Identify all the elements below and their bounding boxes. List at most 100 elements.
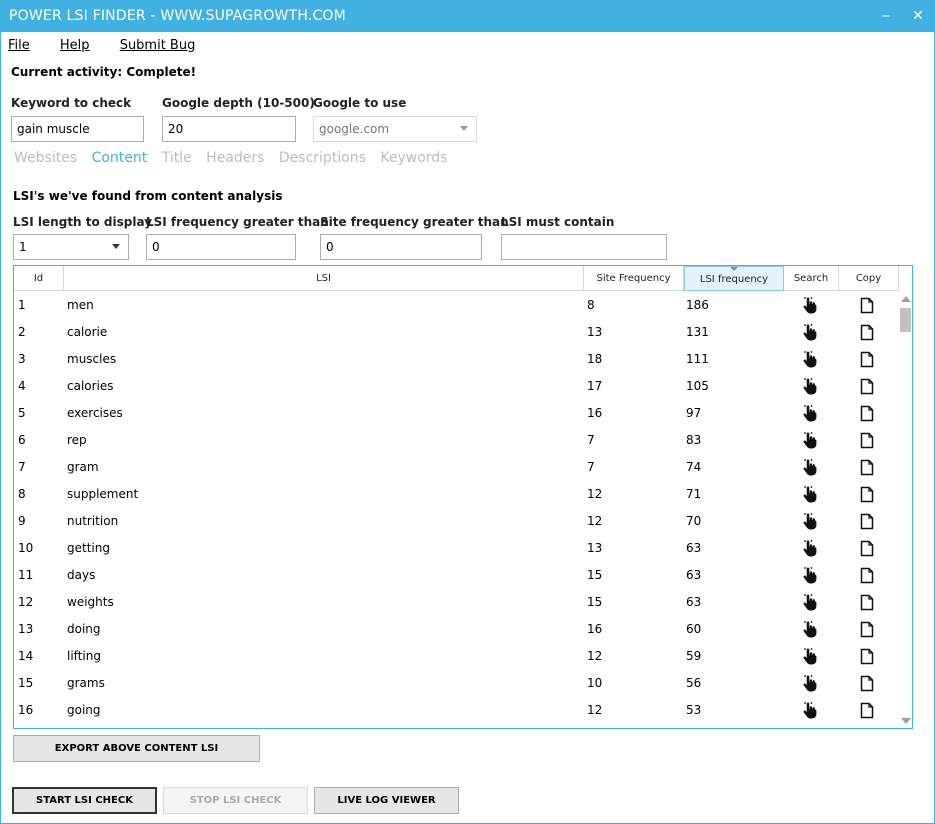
table-row[interactable]: 5 exercises 16 97 xyxy=(14,400,899,427)
cell-site-frequency: 15 xyxy=(587,568,603,582)
column-header-site-frequency[interactable]: Site Frequency xyxy=(584,266,684,291)
cell-lsi: grams xyxy=(67,676,105,690)
search-hand-icon[interactable] xyxy=(802,458,818,479)
cell-lsi: exercises xyxy=(67,406,123,420)
search-hand-icon[interactable] xyxy=(802,593,818,614)
cell-lsi: doing xyxy=(67,622,101,636)
cell-lsi: lifting xyxy=(67,649,101,663)
google-select[interactable]: google.com xyxy=(313,116,477,142)
cell-lsi: going xyxy=(67,703,101,717)
depth-input[interactable]: 20 xyxy=(162,116,296,142)
minimize-icon[interactable]: ‒ xyxy=(875,6,897,26)
table-row[interactable]: 6 rep 7 83 xyxy=(14,427,899,454)
copy-icon[interactable] xyxy=(859,377,875,398)
menu-submit-bug-label: Submit Bug xyxy=(119,38,196,53)
title-bar[interactable]: POWER LSI FINDER - WWW.SUPAGROWTH.COM ‒ … xyxy=(1,1,934,32)
scroll-up-icon[interactable] xyxy=(901,296,911,302)
column-header-lsi[interactable]: LSI xyxy=(64,266,584,291)
export-button[interactable]: EXPORT ABOVE CONTENT LSI xyxy=(13,735,260,762)
menu-file[interactable]: File xyxy=(8,38,43,53)
menu-file-label: File xyxy=(8,38,30,53)
lsi-length-select[interactable]: 1 xyxy=(13,234,129,260)
search-hand-icon[interactable] xyxy=(802,647,818,668)
scroll-down-icon[interactable] xyxy=(901,718,911,724)
menu-help-label: Help xyxy=(59,38,90,53)
copy-icon[interactable] xyxy=(859,620,875,641)
search-hand-icon[interactable] xyxy=(802,539,818,560)
site-frequency-input[interactable]: 0 xyxy=(320,234,482,260)
cell-lsi-frequency: 97 xyxy=(686,406,702,420)
copy-icon[interactable] xyxy=(859,296,875,317)
search-hand-icon[interactable] xyxy=(802,323,818,344)
copy-icon[interactable] xyxy=(859,701,875,722)
live-log-viewer-button[interactable]: LIVE LOG VIEWER xyxy=(314,787,459,814)
scroll-thumb[interactable] xyxy=(900,308,911,332)
search-hand-icon[interactable] xyxy=(802,350,818,371)
search-hand-icon[interactable] xyxy=(802,431,818,452)
table-row[interactable]: 9 nutrition 12 70 xyxy=(14,508,899,535)
lsi-table: Id LSI Site Frequency LSI frequency Sear… xyxy=(13,265,913,729)
table-row[interactable]: 13 doing 16 60 xyxy=(14,616,899,643)
column-header-lsi-frequency[interactable]: LSI frequency xyxy=(684,266,784,291)
copy-icon[interactable] xyxy=(859,647,875,668)
table-row[interactable]: 3 muscles 18 111 xyxy=(14,346,899,373)
cell-id: 11 xyxy=(18,568,34,582)
search-hand-icon[interactable] xyxy=(802,701,818,722)
column-header-id[interactable]: Id xyxy=(14,266,64,291)
site-frequency-label: Site frequency greater than xyxy=(320,215,509,229)
lsi-frequency-input[interactable]: 0 xyxy=(146,234,296,260)
search-hand-icon[interactable] xyxy=(802,512,818,533)
tab-keywords[interactable]: Keywords xyxy=(380,150,447,166)
search-hand-icon[interactable] xyxy=(802,674,818,695)
copy-icon[interactable] xyxy=(859,539,875,560)
stop-lsi-check-button[interactable]: STOP LSI CHECK xyxy=(163,787,308,814)
menu-help[interactable]: Help xyxy=(60,38,103,53)
table-row[interactable]: 7 gram 7 74 xyxy=(14,454,899,481)
keyword-input[interactable]: gain muscle xyxy=(11,116,144,142)
column-header-search[interactable]: Search xyxy=(784,266,839,291)
table-row[interactable]: 14 lifting 12 59 xyxy=(14,643,899,670)
column-header-copy[interactable]: Copy xyxy=(839,266,899,291)
search-hand-icon[interactable] xyxy=(802,485,818,506)
copy-icon[interactable] xyxy=(859,404,875,425)
tab-headers[interactable]: Headers xyxy=(206,150,264,166)
search-hand-icon[interactable] xyxy=(802,296,818,317)
table-row[interactable]: 15 grams 10 56 xyxy=(14,670,899,697)
vertical-scrollbar[interactable] xyxy=(898,292,912,728)
search-hand-icon[interactable] xyxy=(802,404,818,425)
menu-submit-bug[interactable]: Submit Bug xyxy=(120,38,209,53)
copy-icon[interactable] xyxy=(859,458,875,479)
cell-id: 14 xyxy=(18,649,34,663)
cell-id: 16 xyxy=(18,703,34,717)
copy-icon[interactable] xyxy=(859,566,875,587)
table-row[interactable]: 2 calorie 13 131 xyxy=(14,319,899,346)
close-icon[interactable]: ✕ xyxy=(907,6,929,26)
table-row[interactable]: 10 getting 13 63 xyxy=(14,535,899,562)
cell-lsi-frequency: 59 xyxy=(686,649,702,663)
search-hand-icon[interactable] xyxy=(802,377,818,398)
cell-site-frequency: 18 xyxy=(587,352,603,366)
must-contain-input[interactable] xyxy=(501,234,667,260)
tab-descriptions[interactable]: Descriptions xyxy=(279,150,366,166)
table-row[interactable]: 1 men 8 186 xyxy=(14,292,899,319)
search-hand-icon[interactable] xyxy=(802,620,818,641)
tab-websites[interactable]: Websites xyxy=(14,150,77,166)
table-header: Id LSI Site Frequency LSI frequency Sear… xyxy=(14,266,899,291)
table-row[interactable]: 8 supplement 12 71 xyxy=(14,481,899,508)
copy-icon[interactable] xyxy=(859,512,875,533)
copy-icon[interactable] xyxy=(859,323,875,344)
table-row[interactable]: 16 going 12 53 xyxy=(14,697,899,724)
table-row[interactable]: 11 days 15 63 xyxy=(14,562,899,589)
copy-icon[interactable] xyxy=(859,350,875,371)
copy-icon[interactable] xyxy=(859,674,875,695)
search-hand-icon[interactable] xyxy=(802,566,818,587)
copy-icon[interactable] xyxy=(859,485,875,506)
table-row[interactable]: 12 weights 15 63 xyxy=(14,589,899,616)
cell-site-frequency: 17 xyxy=(587,379,603,393)
tab-title[interactable]: Title xyxy=(162,150,192,166)
copy-icon[interactable] xyxy=(859,593,875,614)
tab-content[interactable]: Content xyxy=(92,150,148,166)
copy-icon[interactable] xyxy=(859,431,875,452)
table-row[interactable]: 4 calories 17 105 xyxy=(14,373,899,400)
start-lsi-check-button[interactable]: START LSI CHECK xyxy=(12,787,157,814)
